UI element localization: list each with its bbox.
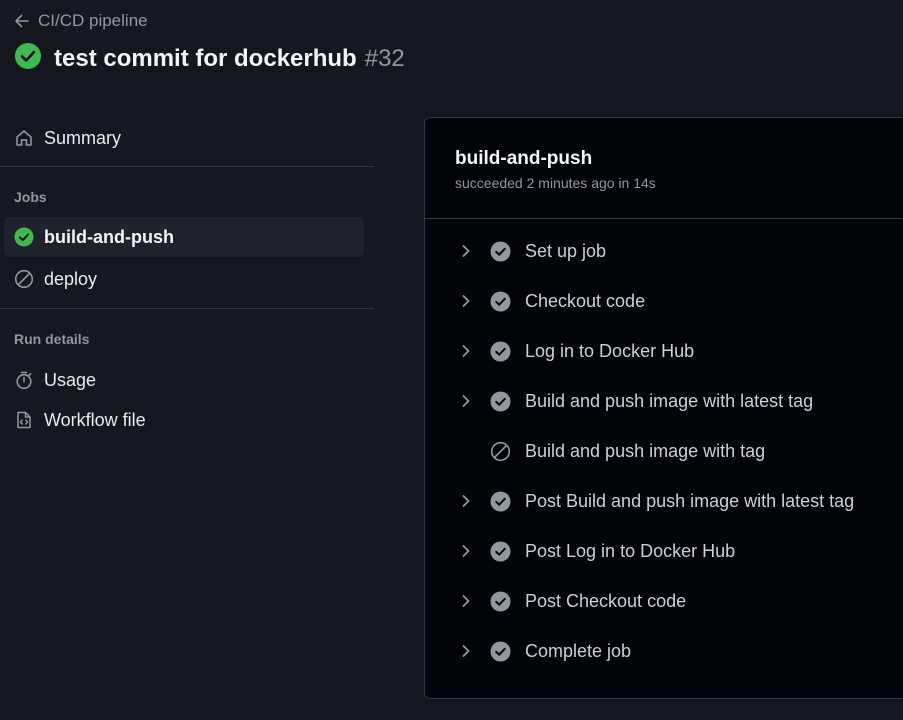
success-check-circle-icon bbox=[489, 490, 511, 512]
chevron-right-icon bbox=[455, 440, 477, 462]
success-check-circle-icon bbox=[489, 340, 511, 362]
chevron-right-icon[interactable] bbox=[455, 640, 477, 662]
success-check-circle-icon bbox=[489, 390, 511, 412]
job-step-row[interactable]: Checkout code bbox=[455, 276, 895, 326]
success-check-circle-icon bbox=[14, 42, 42, 75]
sidebar-item-deploy[interactable]: deploy bbox=[4, 259, 364, 299]
success-check-circle-icon bbox=[489, 590, 511, 612]
sidebar-divider bbox=[0, 166, 374, 167]
success-check-circle-icon bbox=[14, 227, 34, 247]
job-header: build-and-push succeeded 2 minutes ago i… bbox=[425, 118, 903, 219]
success-check-circle-icon bbox=[489, 640, 511, 662]
skipped-circle-slash-icon bbox=[14, 269, 34, 289]
sidebar-item-summary[interactable]: Summary bbox=[4, 118, 364, 158]
chevron-right-icon[interactable] bbox=[455, 340, 477, 362]
run-number: #32 bbox=[364, 44, 405, 72]
sidebar-item-label: deploy bbox=[44, 268, 98, 289]
stopwatch-icon bbox=[14, 370, 34, 390]
job-step-label: Post Log in to Docker Hub bbox=[525, 540, 736, 561]
chevron-right-icon[interactable] bbox=[455, 390, 477, 412]
job-step-row[interactable]: Log in to Docker Hub bbox=[455, 326, 895, 376]
run-title-row: test commit for dockerhub #32 bbox=[14, 42, 405, 75]
job-step-label: Log in to Docker Hub bbox=[525, 340, 695, 361]
sidebar-item-label: Summary bbox=[44, 127, 122, 148]
sidebar-item-label: build-and-push bbox=[44, 226, 174, 247]
back-link-label: CI/CD pipeline bbox=[38, 11, 148, 30]
chevron-right-icon[interactable] bbox=[455, 540, 477, 562]
chevron-right-icon[interactable] bbox=[455, 240, 477, 262]
sidebar-item-usage[interactable]: Usage bbox=[4, 360, 364, 400]
success-check-circle-icon bbox=[489, 540, 511, 562]
chevron-right-icon[interactable] bbox=[455, 590, 477, 612]
run-details-heading: Run details bbox=[14, 331, 90, 347]
back-to-workflow-link[interactable]: CI/CD pipeline bbox=[14, 11, 148, 31]
run-title: test commit for dockerhub bbox=[54, 44, 357, 72]
home-icon bbox=[14, 128, 34, 148]
job-step-row: Build and push image with tag bbox=[455, 426, 895, 476]
job-step-label: Build and push image with tag bbox=[525, 440, 766, 461]
jobs-heading: Jobs bbox=[14, 189, 47, 205]
job-step-label: Post Checkout code bbox=[525, 590, 687, 611]
sidebar-item-workflow-file[interactable]: Workflow file bbox=[4, 400, 364, 440]
skipped-circle-slash-icon bbox=[489, 440, 511, 462]
arrow-left-icon bbox=[14, 13, 30, 29]
success-check-circle-icon bbox=[489, 290, 511, 312]
job-step-row[interactable]: Complete job bbox=[455, 626, 895, 676]
job-step-row[interactable]: Post Checkout code bbox=[455, 576, 895, 626]
workflow-run-page: CI/CD pipeline test commit for dockerhub… bbox=[0, 0, 903, 720]
job-step-label: Complete job bbox=[525, 640, 632, 661]
job-step-label: Checkout code bbox=[525, 290, 646, 311]
job-step-label: Post Build and push image with latest ta… bbox=[525, 490, 855, 511]
file-code-icon bbox=[14, 410, 34, 430]
job-step-row[interactable]: Post Log in to Docker Hub bbox=[455, 526, 895, 576]
sidebar-item-build-and-push[interactable]: build-and-push bbox=[4, 217, 364, 257]
job-step-row[interactable]: Set up job bbox=[455, 226, 895, 276]
job-step-row[interactable]: Build and push image with latest tag bbox=[455, 376, 895, 426]
chevron-right-icon[interactable] bbox=[455, 290, 477, 312]
job-step-row[interactable]: Post Build and push image with latest ta… bbox=[455, 476, 895, 526]
sidebar-item-label: Usage bbox=[44, 369, 97, 390]
sidebar-divider bbox=[0, 308, 374, 309]
job-step-label: Set up job bbox=[525, 240, 607, 261]
job-step-label: Build and push image with latest tag bbox=[525, 390, 814, 411]
job-name: build-and-push bbox=[455, 148, 593, 169]
chevron-right-icon[interactable] bbox=[455, 490, 477, 512]
sidebar-item-label: Workflow file bbox=[44, 409, 146, 430]
success-check-circle-icon bbox=[489, 240, 511, 262]
job-status-text: succeeded 2 minutes ago in 14s bbox=[455, 175, 656, 191]
job-logs-panel: build-and-push succeeded 2 minutes ago i… bbox=[424, 117, 903, 699]
